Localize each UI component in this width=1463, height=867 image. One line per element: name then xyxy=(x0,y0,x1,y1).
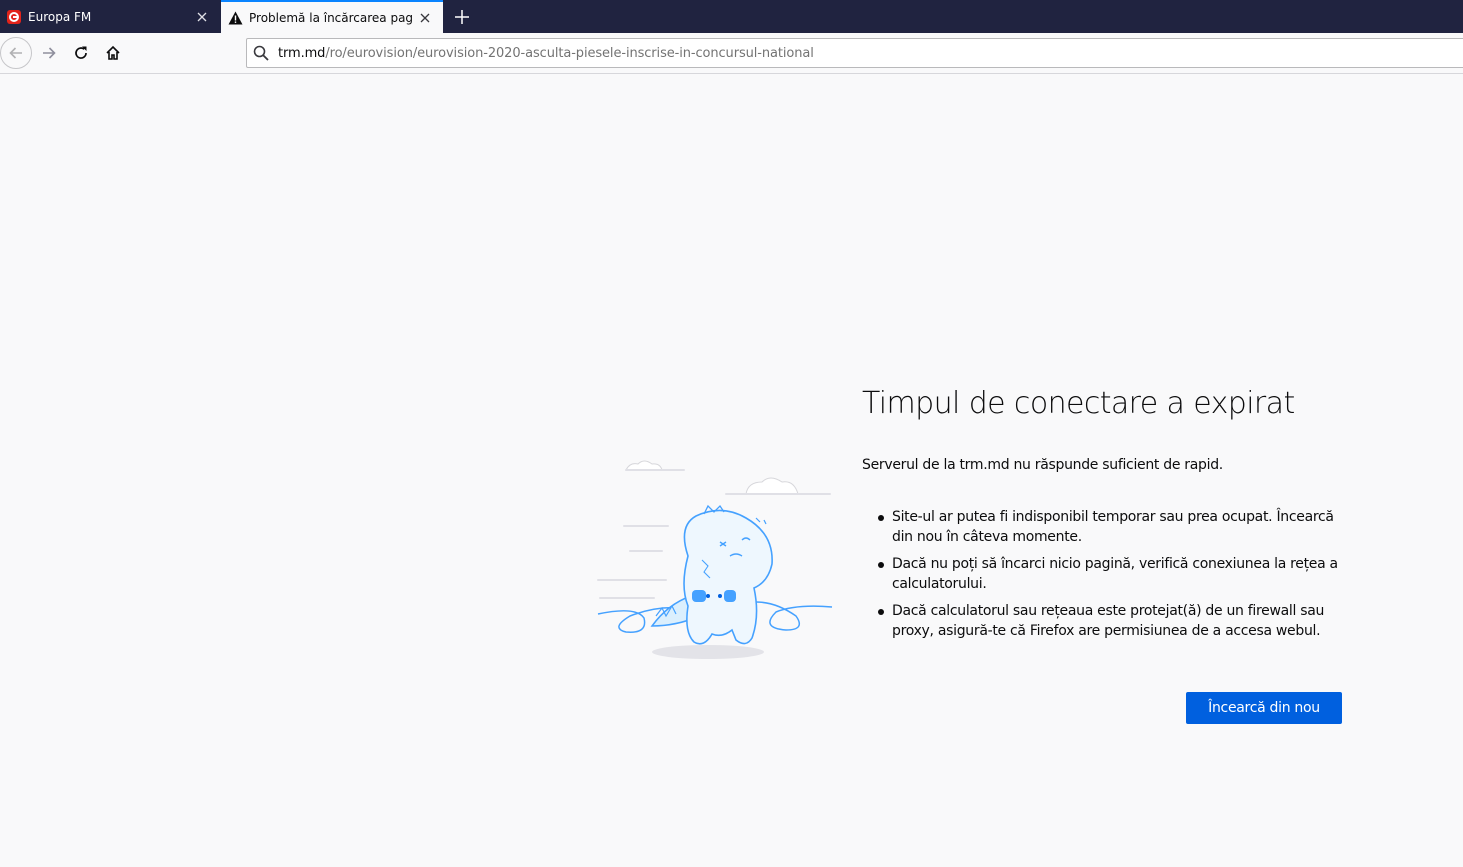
url-text[interactable]: trm.md/ro/eurovision/eurovision-2020-asc… xyxy=(278,46,814,61)
error-title: Timpul de conectare a expirat xyxy=(862,386,1295,421)
back-button[interactable] xyxy=(0,37,32,69)
error-illustration xyxy=(596,456,834,664)
tab-error-page[interactable]: Problemă la încărcarea paginii xyxy=(221,0,443,33)
url-path: /ro/eurovision/eurovision-2020-asculta-p… xyxy=(325,45,814,61)
plus-icon xyxy=(455,10,469,24)
close-tab-icon[interactable] xyxy=(413,6,437,30)
reload-button[interactable] xyxy=(65,37,97,69)
arrow-right-icon xyxy=(43,47,56,59)
url-host: trm.md xyxy=(278,45,326,61)
home-button[interactable] xyxy=(97,37,129,69)
tab-title: Problemă la încărcarea paginii xyxy=(249,10,413,25)
arrow-left-icon xyxy=(9,47,22,59)
list-item: Dacă calculatorul sau rețeaua este prote… xyxy=(876,601,1356,641)
tab-strip: Europa FM Problemă la încărcarea paginii xyxy=(0,0,1463,33)
forward-button[interactable] xyxy=(33,37,65,69)
home-icon xyxy=(106,45,120,60)
warning-icon xyxy=(227,10,243,26)
tab-europa-fm[interactable]: Europa FM xyxy=(0,0,220,33)
list-item: Site-ul ar putea fi indisponibil tempora… xyxy=(876,507,1356,547)
list-item: Dacă nu poți să încarci nicio pagină, ve… xyxy=(876,554,1356,594)
close-tab-icon[interactable] xyxy=(190,5,214,29)
error-suggestions-list: Site-ul ar putea fi indisponibil tempora… xyxy=(876,507,1356,648)
retry-button[interactable]: Încearcă din nou xyxy=(1186,692,1342,724)
search-icon xyxy=(253,43,273,63)
tab-title: Europa FM xyxy=(28,9,92,24)
navigation-toolbar: trm.md/ro/eurovision/eurovision-2020-asc… xyxy=(0,33,1463,74)
error-description: Serverul de la trm.md nu răspunde sufici… xyxy=(862,457,1223,473)
reload-icon xyxy=(75,46,87,59)
europa-fm-logo-icon xyxy=(6,9,22,25)
new-tab-button[interactable] xyxy=(449,4,475,30)
url-bar[interactable]: trm.md/ro/eurovision/eurovision-2020-asc… xyxy=(246,38,1463,68)
